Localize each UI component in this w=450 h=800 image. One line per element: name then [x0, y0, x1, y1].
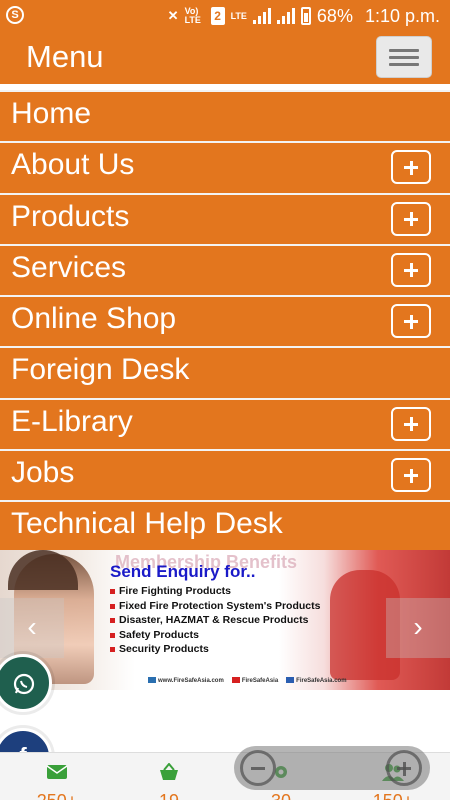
stat-value: 19: [124, 791, 214, 800]
banner-title: Send Enquiry for..: [110, 562, 256, 581]
clock: 1:10 p.m.: [364, 5, 440, 26]
nav-item-e-library[interactable]: E-Library: [0, 397, 450, 450]
youtube-label: FireSafeAsia: [231, 677, 278, 684]
banner-list: Fire Fighting Products Fixed Fire Protect…: [110, 584, 320, 657]
stat-enquiries: 250+: [12, 753, 102, 800]
enquiry-banner[interactable]: Membership Benefits Send Enquiry for.. F…: [0, 550, 450, 690]
nav-item-online-shop[interactable]: Online Shop: [0, 295, 450, 347]
nav-item-label: Online Shop: [11, 302, 177, 336]
nav-item-technical-help-desk[interactable]: Technical Help Desk: [0, 500, 450, 552]
envelope-icon: [46, 765, 68, 779]
basket-icon: [160, 763, 178, 780]
nav-item-jobs[interactable]: Jobs: [0, 449, 450, 501]
volte-label: Vo) LTE: [184, 6, 201, 25]
zoom-control[interactable]: [234, 746, 430, 790]
status-icons: ✕ Vo) LTE 2 LTE 68% 1:10 p.m.: [168, 4, 440, 28]
menu-title: Menu: [26, 39, 104, 74]
banner-list-item: Fixed Fire Protection System's Products: [110, 599, 320, 614]
nav-item-label: Products: [11, 199, 130, 233]
nav-item-label: About Us: [11, 148, 135, 182]
status-bar: S ✕ Vo) LTE 2 LTE 68% 1:10 p.m.: [0, 0, 450, 32]
sim-icon: 2: [210, 7, 225, 25]
mute-icon: ✕: [167, 8, 179, 23]
nav-item-label: Foreign Desk: [11, 353, 190, 387]
banner-list-item: Security Products: [110, 642, 320, 657]
signal-icon: [252, 8, 271, 24]
expand-plus-icon[interactable]: [391, 201, 431, 236]
whatsapp-icon: [13, 673, 35, 695]
expand-plus-icon[interactable]: [391, 150, 431, 185]
expand-plus-icon[interactable]: [391, 252, 431, 287]
hamburger-menu-button[interactable]: [376, 36, 432, 78]
signal-icon-2: [276, 8, 295, 24]
banner-footer: www.FireSafeAsia.com FireSafeAsia FireSa…: [148, 677, 347, 684]
banner-list-item: Fire Fighting Products: [110, 584, 320, 599]
nav-item-label: Services: [11, 250, 127, 284]
stat-value: 150+: [348, 791, 438, 800]
whatsapp-button[interactable]: [0, 654, 52, 712]
stat-shop: 19: [124, 753, 214, 800]
facebook-label: FireSafeAsia.com: [286, 677, 347, 684]
nav-menu: Home About Us Products Services Online Shop F…: [0, 90, 450, 552]
expand-plus-icon[interactable]: [391, 458, 431, 493]
nav-item-foreign-desk[interactable]: Foreign Desk: [0, 346, 450, 398]
notification-icon: S: [6, 6, 24, 24]
nav-item-label: E-Library: [11, 404, 133, 438]
banner-list-item: Safety Products: [110, 628, 320, 643]
nav-item-services[interactable]: Services: [0, 243, 450, 296]
zoom-in-button[interactable]: [386, 750, 422, 786]
carousel-prev-button[interactable]: ‹: [0, 598, 64, 658]
carousel-next-button[interactable]: ›: [386, 598, 450, 658]
nav-item-label: Jobs: [11, 456, 75, 490]
zoom-out-button[interactable]: [240, 750, 276, 786]
nav-item-home[interactable]: Home: [0, 90, 450, 142]
nav-item-label: Technical Help Desk: [11, 507, 283, 541]
battery-icon: [300, 7, 311, 25]
nav-item-label: Home: [11, 97, 92, 130]
banner-list-item: Disaster, HAZMAT & Rescue Products: [110, 613, 320, 628]
expand-plus-icon[interactable]: [391, 304, 431, 339]
website-label: www.FireSafeAsia.com: [148, 677, 224, 684]
lte-label: LTE: [230, 11, 247, 21]
nav-item-about-us[interactable]: About Us: [0, 141, 450, 193]
stat-value: 250+: [12, 791, 102, 800]
expand-plus-icon[interactable]: [391, 406, 431, 441]
battery-level: 68%: [316, 5, 353, 26]
nav-item-products[interactable]: Products: [0, 192, 450, 244]
stat-value: 30: [236, 791, 326, 800]
